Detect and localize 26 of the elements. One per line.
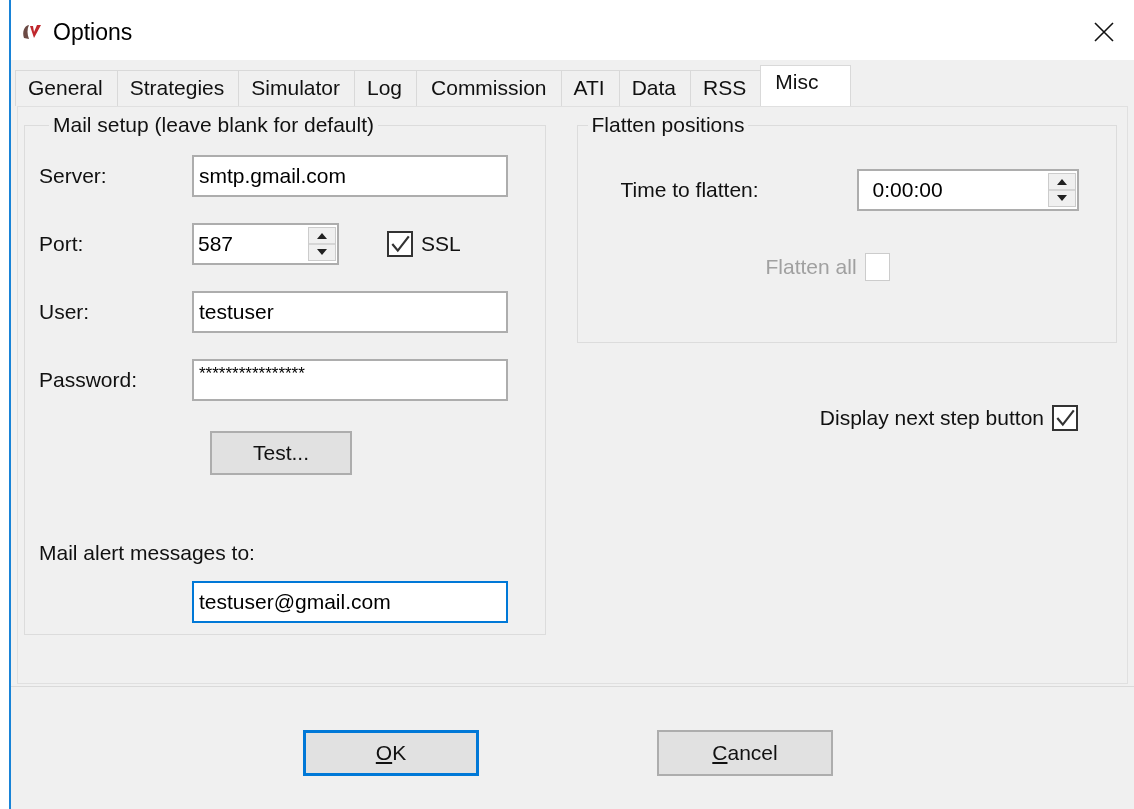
checkbox-label: Display next step button: [819, 406, 1044, 430]
group-title: Mail setup (leave blank for default): [52, 113, 375, 137]
ssl-checkbox[interactable]: [387, 231, 413, 257]
test-button[interactable]: Test...: [210, 431, 352, 475]
spin-buttons[interactable]: [1044, 169, 1079, 211]
close-icon[interactable]: [1094, 22, 1114, 42]
spin-buttons[interactable]: [305, 223, 339, 265]
dialog-button[interactable]: OK: [303, 730, 479, 776]
server-field[interactable]: smtp.gmail.com: [192, 155, 508, 197]
field-label: Port:: [39, 232, 85, 256]
password-field[interactable]: ****************: [192, 359, 508, 401]
field-label: Mail alert messages to:: [39, 541, 256, 565]
checkbox-label: SSL: [421, 232, 461, 256]
field-label: Password:: [39, 368, 139, 392]
tab[interactable]: Misc: [760, 65, 852, 106]
user-field[interactable]: testuser: [192, 291, 508, 333]
field-label: Time to flatten:: [620, 178, 760, 202]
tab[interactable]: General: [15, 70, 118, 106]
group-title: Flatten positions: [590, 113, 746, 137]
dialog-button[interactable]: Cancel: [657, 730, 833, 776]
field-label: User:: [39, 300, 91, 324]
checkbox-label: Flatten all: [765, 255, 857, 279]
field-label: Server:: [39, 164, 108, 188]
next-step-checkbox[interactable]: [1052, 405, 1078, 431]
window-title: Options: [53, 18, 134, 46]
email-field[interactable]: testuser@gmail.com: [192, 581, 508, 623]
